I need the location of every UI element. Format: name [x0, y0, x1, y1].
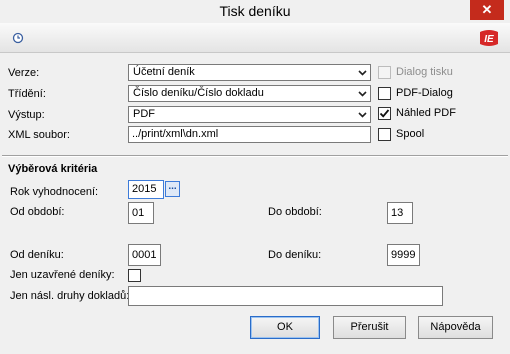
nahled-pdf-checkbox[interactable]: [378, 107, 391, 120]
dialog-tisku-label: Dialog tisku: [396, 66, 453, 78]
vystup-value: PDF: [133, 108, 155, 120]
section-divider: [2, 155, 508, 157]
rok-picker-button[interactable]: ...: [165, 181, 180, 197]
verze-label: Verze:: [8, 67, 40, 79]
od-obdobi-input[interactable]: 01: [128, 202, 154, 224]
pdf-dialog-label: PDF-Dialog: [396, 87, 453, 99]
nahled-pdf-label: Náhled PDF: [396, 107, 456, 119]
do-deniku-label: Do deníku:: [268, 249, 322, 261]
xml-label: XML soubor:: [8, 129, 70, 141]
title-bar: Tisk deníku ✕: [0, 0, 510, 23]
checkmark-icon: [379, 109, 390, 118]
verze-value: Účetní deník: [133, 66, 195, 78]
clock-history-icon[interactable]: [12, 32, 24, 44]
window-title: Tisk deníku: [219, 3, 291, 19]
chevron-down-icon: [358, 91, 367, 97]
criteria-heading: Výběrová kritéria: [8, 163, 98, 175]
xml-file-input[interactable]: ../print/xml\dn.xml: [128, 126, 371, 143]
od-deniku-label: Od deníku:: [10, 249, 64, 261]
nasl-druhy-label: Jen násl. druhy dokladů:: [10, 290, 130, 302]
trideni-select[interactable]: Číslo deníku/Číslo dokladu: [128, 85, 371, 102]
chevron-down-icon: [358, 112, 367, 118]
do-obdobi-label: Do období:: [268, 206, 322, 218]
nasl-druhy-input[interactable]: [128, 286, 443, 306]
chevron-down-icon: [358, 70, 367, 76]
vystup-select[interactable]: PDF: [128, 106, 371, 123]
uzavrene-label: Jen uzavřené deníky:: [10, 269, 115, 281]
od-obdobi-label: Od období:: [10, 206, 65, 218]
do-obdobi-input[interactable]: 13: [387, 202, 413, 224]
toolbar: IE: [0, 23, 510, 53]
company-logo-icon: IE: [480, 30, 498, 46]
spool-checkbox[interactable]: [378, 128, 391, 141]
rok-input[interactable]: 2015: [128, 180, 164, 199]
od-deniku-input[interactable]: 0001: [128, 244, 161, 266]
trideni-label: Třídění:: [8, 88, 46, 100]
ok-button[interactable]: OK: [250, 316, 320, 339]
verze-select[interactable]: Účetní deník: [128, 64, 371, 81]
close-icon: ✕: [481, 2, 493, 17]
svg-text:IE: IE: [484, 34, 494, 45]
help-button[interactable]: Nápověda: [418, 316, 493, 339]
close-button[interactable]: ✕: [470, 0, 504, 20]
uzavrene-checkbox[interactable]: [128, 269, 141, 282]
trideni-value: Číslo deníku/Číslo dokladu: [133, 87, 264, 99]
print-journal-dialog: Tisk deníku ✕ IE Verze: Účetní deník Tří…: [0, 0, 510, 354]
spool-label: Spool: [396, 128, 425, 140]
dialog-tisku-checkbox[interactable]: [378, 66, 391, 79]
vystup-label: Výstup:: [8, 109, 45, 121]
pdf-dialog-checkbox[interactable]: [378, 87, 391, 100]
do-deniku-input[interactable]: 9999: [387, 244, 420, 266]
rok-label: Rok vyhodnocení:: [10, 186, 99, 198]
cancel-button[interactable]: Přerušit: [333, 316, 406, 339]
